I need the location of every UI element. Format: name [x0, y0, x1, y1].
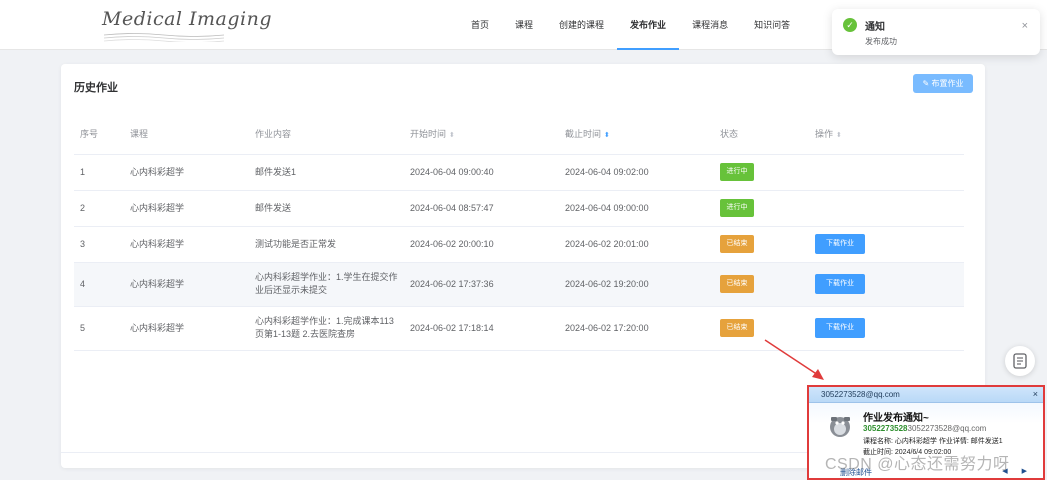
cell-action: 下载作业	[809, 262, 964, 307]
nav-courses[interactable]: 课程	[502, 0, 546, 50]
float-menu-button[interactable]	[1005, 346, 1035, 376]
email-subject: 作业发布通知~	[863, 413, 929, 424]
col-header-action[interactable]: 操作 ⬍	[809, 114, 964, 155]
logo-decoration-icon	[104, 33, 224, 42]
status-badge: 已结束	[720, 319, 754, 337]
status-badge: 已结束	[720, 275, 754, 293]
table-row[interactable]: 2 心内科彩超学 邮件发送 2024-06-04 08:57:47 2024-0…	[74, 190, 964, 227]
email-account-rest: 3052273528@qq.com	[907, 424, 987, 433]
nav-created-courses[interactable]: 创建的课程	[546, 0, 617, 50]
check-circle-icon: ✓	[843, 18, 857, 32]
cell-no: 3	[74, 226, 124, 263]
notification-message: 发布成功	[865, 37, 897, 46]
cell-action	[809, 154, 964, 191]
document-list-icon	[1013, 353, 1027, 369]
penguin-avatar-icon	[830, 417, 850, 437]
status-badge: 进行中	[720, 163, 754, 181]
card-title: 历史作业	[74, 82, 118, 94]
cell-end: 2024-06-02 17:20:00	[559, 306, 714, 351]
assign-homework-label: 布置作业	[931, 79, 964, 88]
cell-start: 2024-06-02 17:18:14	[404, 306, 559, 351]
cell-start: 2024-06-04 09:00:40	[404, 154, 559, 191]
download-homework-button[interactable]: 下载作业	[815, 234, 865, 254]
nav-home[interactable]: 首页	[458, 0, 502, 50]
cell-content: 邮件发送1	[249, 154, 404, 191]
homework-table: 序号 课程 作业内容 开始时间 ⬍ 截止时间 ⬍ 状态 操作 ⬍ 1 心内科彩超学 邮…	[74, 114, 964, 351]
nav-knowledge-qa[interactable]: 知识问答	[741, 0, 803, 50]
cell-end: 2024-06-04 09:02:00	[559, 154, 714, 191]
email-popup-header: 3052273528@qq.com ×	[809, 387, 1043, 403]
cell-start: 2024-06-02 17:37:36	[404, 262, 559, 307]
cell-end: 2024-06-02 19:20:00	[559, 262, 714, 307]
email-from: 3052273528@qq.com	[821, 390, 900, 399]
cell-status: 进行中	[714, 190, 809, 227]
cell-course: 心内科彩超学	[124, 190, 249, 227]
cell-status: 已结束	[714, 226, 809, 263]
table-row[interactable]: 1 心内科彩超学 邮件发送1 2024-06-04 09:00:40 2024-…	[74, 154, 964, 191]
cell-content-line: 心内科彩超学作业：1.完成课本113	[255, 316, 394, 326]
download-homework-button[interactable]: 下载作业	[815, 274, 865, 294]
table-header-row: 序号 课程 作业内容 开始时间 ⬍ 截止时间 ⬍ 状态 操作 ⬍	[74, 114, 964, 155]
cell-content: 邮件发送	[249, 190, 404, 227]
cell-course: 心内科彩超学	[124, 306, 249, 351]
notification-toast: ✓ 通知 发布成功 ×	[832, 9, 1040, 55]
cell-action	[809, 190, 964, 227]
notification-close-icon[interactable]: ×	[1022, 20, 1028, 32]
sort-icon[interactable]: ⬍	[449, 131, 455, 139]
cell-action: 下载作业	[809, 226, 964, 263]
annotation-arrow-icon	[764, 339, 824, 380]
nav-publish-homework[interactable]: 发布作业	[617, 0, 680, 50]
cell-no: 1	[74, 154, 124, 191]
col-header-start[interactable]: 开始时间 ⬍	[404, 114, 559, 155]
cell-no: 4	[74, 262, 124, 307]
cell-action: 下载作业	[809, 306, 964, 351]
cell-status: 已结束	[714, 262, 809, 307]
email-account: 30522735283052273528@qq.com	[863, 424, 986, 433]
cell-content-line: 心内科彩超学作业：1.学生在提交作	[255, 272, 398, 282]
col-header-action-label: 操作	[815, 129, 834, 140]
cell-course: 心内科彩超学	[124, 154, 249, 191]
email-close-icon[interactable]: ×	[1033, 389, 1038, 399]
cell-start: 2024-06-02 20:00:10	[404, 226, 559, 263]
col-header-no: 序号	[74, 114, 124, 155]
col-header-start-label: 开始时间	[410, 129, 447, 140]
col-header-course: 课程	[124, 114, 249, 155]
col-header-status: 状态	[714, 114, 809, 155]
cell-course: 心内科彩超学	[124, 226, 249, 263]
col-header-end-label: 截止时间	[565, 129, 602, 140]
table-row[interactable]: 5 心内科彩超学 心内科彩超学作业：1.完成课本113 页第1-13题 2.去医院…	[74, 306, 964, 351]
nav-course-messages[interactable]: 课程消息	[679, 0, 741, 50]
cell-content-line: 业后还显示未提交	[255, 285, 328, 295]
cell-content-line: 页第1-13题 2.去医院查房	[255, 329, 356, 339]
cell-course: 心内科彩超学	[124, 262, 249, 307]
main-nav: 首页 课程 创建的课程 发布作业 课程消息 知识问答	[458, 0, 803, 50]
cell-start: 2024-06-04 08:57:47	[404, 190, 559, 227]
sort-icon[interactable]: ⬍	[604, 131, 610, 139]
logo[interactable]: Medical Imaging	[102, 6, 272, 44]
cell-content: 测试功能是否正常发	[249, 226, 404, 263]
watermark: CSDN @心态还需努力呀	[825, 456, 1010, 473]
edit-icon: ✎	[922, 79, 930, 88]
email-detail: 课程名称: 心内科彩超学 作业详情: 邮件发送1	[863, 438, 1003, 445]
table-row[interactable]: 4 心内科彩超学 心内科彩超学作业：1.学生在提交作 业后还显示未提交 2024-…	[74, 262, 964, 307]
cell-content: 心内科彩超学作业：1.学生在提交作 业后还显示未提交	[249, 262, 404, 307]
notification-title: 通知	[865, 22, 885, 33]
sort-icon[interactable]: ⬍	[836, 131, 842, 139]
logo-text: Medical Imaging	[102, 8, 273, 30]
email-account-bold: 3052273528	[863, 424, 908, 433]
cell-end: 2024-06-04 09:00:00	[559, 190, 714, 227]
table-row[interactable]: 3 心内科彩超学 测试功能是否正常发 2024-06-02 20:00:10 2…	[74, 226, 964, 263]
status-badge: 进行中	[720, 199, 754, 217]
col-header-end[interactable]: 截止时间 ⬍	[559, 114, 714, 155]
col-header-content: 作业内容	[249, 114, 404, 155]
status-badge: 已结束	[720, 235, 754, 253]
cell-no: 5	[74, 306, 124, 351]
cell-status: 进行中	[714, 154, 809, 191]
cell-no: 2	[74, 190, 124, 227]
cell-content: 心内科彩超学作业：1.完成课本113 页第1-13题 2.去医院查房	[249, 306, 404, 351]
assign-homework-button[interactable]: ✎ 布置作业	[913, 74, 973, 93]
cell-end: 2024-06-02 20:01:00	[559, 226, 714, 263]
